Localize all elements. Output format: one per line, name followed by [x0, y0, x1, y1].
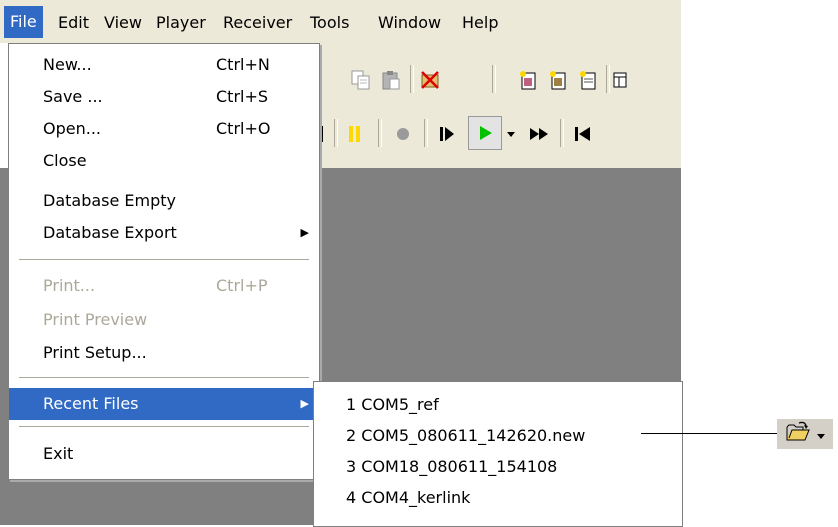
menu-item-open[interactable]: Open... Ctrl+O [9, 113, 319, 145]
record-icon[interactable] [390, 121, 416, 147]
menu-item-label: New... [43, 55, 92, 74]
paste-icon[interactable] [378, 67, 404, 93]
menu-bar: File Edit View Player Receiver Tools Win… [0, 0, 681, 43]
menu-separator [19, 426, 309, 427]
toolbar-separator [410, 65, 414, 93]
menu-separator [19, 259, 309, 260]
step-forward-icon[interactable] [434, 121, 460, 147]
recent-file-item[interactable]: 4 COM4_kerlink [346, 483, 470, 513]
toolbar-separator [378, 119, 382, 147]
new-document-3-icon[interactable] [575, 67, 601, 93]
toolbar-separator [492, 65, 496, 93]
menu-item-database-empty[interactable]: Database Empty [9, 185, 319, 217]
open-folder-button[interactable] [777, 419, 833, 449]
menu-view[interactable]: View [100, 10, 146, 36]
menu-window[interactable]: Window [374, 10, 445, 36]
menu-item-shortcut: Ctrl+N [216, 55, 270, 74]
menu-item-print-preview[interactable]: Print Preview [9, 304, 319, 336]
submenu-arrow-icon: ▶ [300, 226, 309, 239]
toolbar-row-1 [320, 59, 681, 99]
menu-item-label: Print... [43, 276, 96, 295]
toolbar-separator [334, 119, 338, 147]
chevron-down-icon [817, 425, 825, 444]
recent-file-item[interactable]: 2 COM5_080611_142620.new [346, 421, 585, 451]
new-document-icon[interactable] [515, 67, 541, 93]
panel-icon[interactable] [610, 67, 630, 93]
menu-item-label: Recent Files [43, 394, 139, 413]
menu-item-print[interactable]: Print... Ctrl+P [9, 270, 319, 302]
menu-item-label: Save ... [43, 87, 103, 106]
menu-tools[interactable]: Tools [306, 10, 353, 36]
submenu-arrow-icon: ▶ [300, 397, 309, 410]
open-folder-icon [785, 421, 811, 447]
toolbar-row-2 [318, 113, 681, 153]
menu-item-label: Close [43, 151, 87, 170]
menu-receiver[interactable]: Receiver [219, 10, 296, 36]
menu-item-close[interactable]: Close [9, 145, 319, 177]
menu-item-new[interactable]: New... Ctrl+N [9, 49, 319, 81]
menu-item-label: Database Export [43, 223, 177, 242]
application-window: File Edit View Player Receiver Tools Win… [0, 0, 683, 527]
file-menu: New... Ctrl+N Save ... Ctrl+S Open... Ct… [8, 43, 320, 480]
go-to-start-icon[interactable] [570, 121, 596, 147]
menu-item-database-export[interactable]: Database Export ▶ [9, 217, 319, 249]
delete-icon[interactable] [417, 67, 443, 93]
menu-player[interactable]: Player [152, 10, 210, 36]
menu-item-shortcut: Ctrl+O [216, 119, 271, 138]
fast-forward-icon[interactable] [526, 121, 552, 147]
menu-help[interactable]: Help [458, 10, 502, 36]
menu-item-label: Print Preview [43, 310, 148, 329]
menu-edit[interactable]: Edit [54, 10, 93, 36]
recent-files-submenu: 1 COM5_ref 2 COM5_080611_142620.new 3 CO… [313, 381, 683, 527]
menu-item-save[interactable]: Save ... Ctrl+S [9, 81, 319, 113]
menu-item-label: Database Empty [43, 191, 177, 210]
menu-item-shortcut: Ctrl+S [216, 87, 269, 106]
copy-icon[interactable] [348, 67, 374, 93]
toolbar-separator [560, 119, 564, 147]
toolbar-separator [424, 119, 428, 147]
new-document-2-icon[interactable] [545, 67, 571, 93]
menu-item-recent-files[interactable]: Recent Files ▶ [9, 388, 319, 420]
dropdown-icon[interactable] [502, 121, 520, 147]
callout-line [641, 433, 777, 434]
menu-item-print-setup[interactable]: Print Setup... [9, 337, 319, 369]
menu-item-label: Open... [43, 119, 101, 138]
menu-separator [19, 377, 309, 378]
menu-item-exit[interactable]: Exit [9, 438, 319, 470]
menu-item-label: Print Setup... [43, 343, 147, 362]
play-icon[interactable] [468, 116, 502, 150]
recent-file-item[interactable]: 1 COM5_ref [346, 390, 439, 420]
menu-item-shortcut: Ctrl+P [216, 276, 268, 295]
toolbar-area [318, 43, 681, 168]
menu-item-label: Exit [43, 444, 74, 463]
menu-file[interactable]: File [4, 6, 43, 38]
recent-file-item[interactable]: 3 COM18_080611_154108 [346, 452, 557, 482]
pause-icon[interactable] [342, 121, 368, 147]
